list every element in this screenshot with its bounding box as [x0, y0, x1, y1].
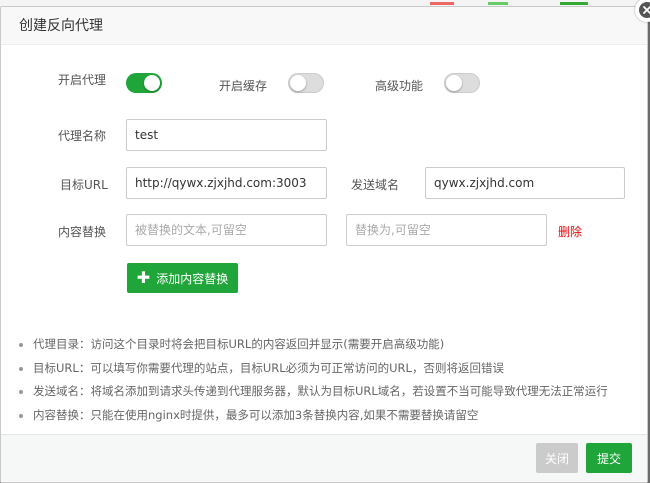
delete-replace-link[interactable]: 删除: [558, 223, 582, 240]
bullet-icon: [19, 413, 23, 418]
help-note-text: 目标URL：可以填写你需要代理的站点，目标URL必须为可正常访问的URL，否则将…: [33, 360, 504, 375]
proxy-name-input[interactable]: [126, 119, 327, 151]
background-green-marker-2: [560, 2, 588, 5]
help-note-text: 代理目录：访问这个目录时将会把目标URL的内容返回并显示(需要开启高级功能): [33, 337, 445, 351]
send-domain-label: 发送域名: [351, 178, 400, 192]
plus-icon: ✚: [136, 268, 151, 287]
bullet-icon: [19, 366, 23, 371]
help-note-text: 发送域名：将域名添加到请求头传递到代理服务器，默认为目标URL域名，若设置不当可…: [33, 384, 608, 398]
send-domain-input[interactable]: [425, 167, 625, 199]
background-red-marker: [430, 2, 454, 5]
toggle-knob: [290, 75, 306, 91]
bullet-icon: [19, 390, 23, 394]
add-content-replace-label: 添加内容替换: [156, 271, 229, 286]
target-url-input[interactable]: [126, 167, 327, 199]
enable-cache-label: 开启缓存: [219, 79, 268, 93]
add-content-replace-button[interactable]: ✚ 添加内容替换: [127, 263, 238, 293]
submit-button[interactable]: 提交: [586, 443, 632, 473]
help-notes-list: 代理目录：访问这个目录时将会把目标URL的内容返回并显示(需要开启高级功能) 目…: [17, 333, 642, 427]
help-note: 目标URL：可以填写你需要代理的站点，目标URL必须为可正常访问的URL，否则将…: [17, 357, 642, 381]
replace-to-input[interactable]: [346, 214, 547, 246]
toggle-knob: [446, 75, 462, 91]
proxy-name-label: 代理名称: [58, 129, 107, 143]
help-note: 发送域名：将域名添加到请求头传递到代理服务器，默认为目标URL域名，若设置不当可…: [17, 380, 642, 404]
background-green-marker: [488, 2, 508, 5]
dialog-title: 创建反向代理: [1, 7, 647, 45]
enable-proxy-toggle[interactable]: [126, 73, 162, 93]
replace-from-input[interactable]: [126, 214, 327, 246]
help-note-text: 内容替换：只能在使用nginx时提供，最多可以添加3条替换内容,如果不需要替换请…: [33, 407, 479, 422]
content-replace-label: 内容替换: [58, 225, 107, 239]
enable-cache-toggle[interactable]: [288, 73, 324, 93]
close-button[interactable]: 关闭: [536, 443, 578, 473]
help-note: 代理目录：访问这个目录时将会把目标URL的内容返回并显示(需要开启高级功能): [17, 333, 642, 357]
help-note: 内容替换：只能在使用nginx时提供，最多可以添加3条替换内容,如果不需要替换请…: [17, 404, 642, 428]
close-icon: [639, 2, 650, 18]
create-reverse-proxy-dialog: 创建反向代理 开启代理 开启缓存 高级功能 代理名称 目标URL 发送域名 内容…: [0, 0, 650, 483]
bullet-icon: [19, 343, 23, 347]
advanced-features-toggle[interactable]: [444, 73, 480, 93]
advanced-features-label: 高级功能: [375, 79, 424, 93]
dialog-footer: 关闭 提交: [1, 434, 647, 482]
target-url-label: 目标URL: [60, 178, 108, 192]
enable-proxy-label: 开启代理: [58, 73, 107, 87]
toggle-knob: [144, 75, 160, 91]
